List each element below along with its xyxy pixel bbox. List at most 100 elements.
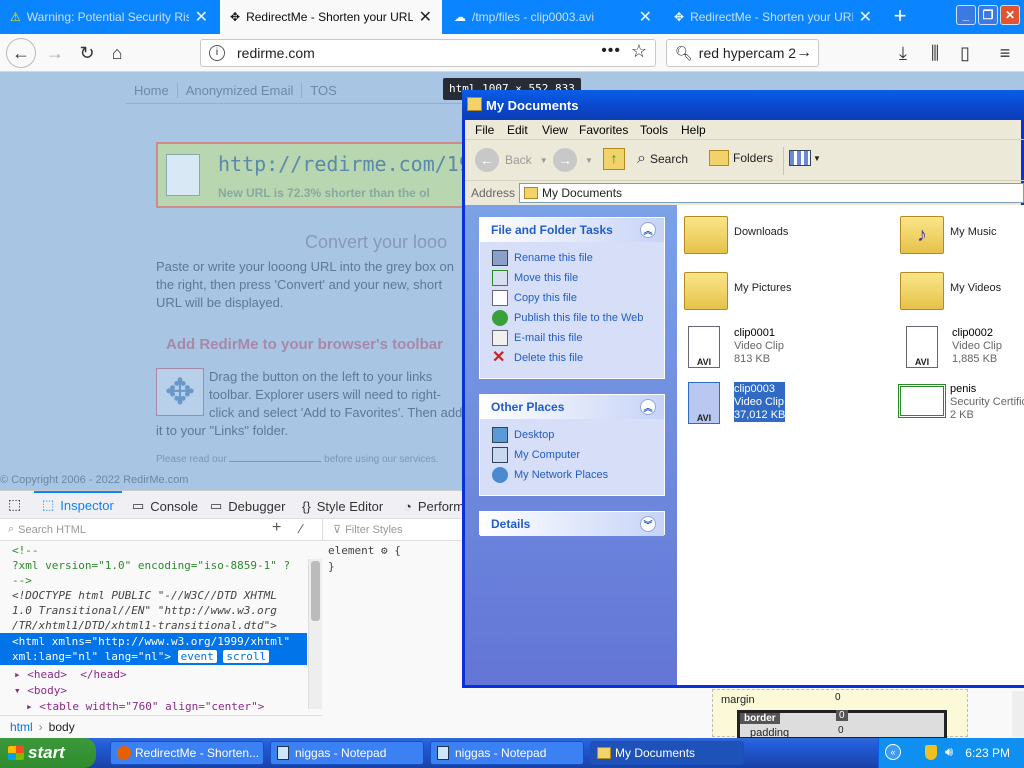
minimize-button[interactable]: _ — [956, 5, 976, 25]
code-line[interactable]: /TR/xhtml1/DTD/xhtml1-transitional.dtd"> — [12, 618, 277, 633]
file-certificate[interactable]: penis Security Certific 2 KB — [898, 382, 1024, 422]
speaker-icon[interactable]: 🔊︎ — [945, 744, 953, 760]
code-line[interactable]: 1.0 Transitional//EN" "http://www.w3.org — [12, 603, 277, 618]
short-url-text[interactable]: http://redirme.com/19p4 — [218, 152, 495, 176]
tos-link[interactable] — [229, 461, 322, 462]
restore-button[interactable]: ❐ — [978, 5, 998, 25]
expand-chevron-icon[interactable]: ︾ — [640, 516, 656, 532]
add-node-icon[interactable]: + — [272, 519, 281, 537]
forward-button[interactable]: → — [42, 40, 68, 66]
back-button[interactable]: ← — [6, 38, 36, 68]
table-node[interactable]: ▸ <table width="760" align="center"> — [26, 699, 264, 714]
folder-downloads[interactable]: Downloads — [684, 212, 788, 254]
eyedropper-icon[interactable]: ⁄ — [300, 521, 302, 536]
place-desktop[interactable]: Desktop — [480, 425, 664, 445]
nav-tos[interactable]: TOS — [302, 83, 345, 98]
shield-icon[interactable] — [925, 745, 937, 760]
hamburger-menu-icon[interactable]: ≡ — [992, 40, 1018, 66]
downloads-icon[interactable]: ⤓ — [890, 40, 916, 66]
folders-button[interactable]: Folders — [709, 150, 773, 166]
breadcrumb-html[interactable]: html — [10, 720, 33, 734]
task-publish[interactable]: Publish this file to the Web — [480, 308, 664, 328]
close-window-button[interactable]: ✕ — [1000, 5, 1020, 25]
menu-view[interactable]: View — [542, 123, 568, 137]
taskbar-item-my-documents[interactable]: My Documents — [590, 741, 744, 765]
rule-element[interactable]: element ⚙ { — [328, 543, 401, 558]
views-button[interactable]: ▼ — [789, 150, 821, 166]
code-line[interactable]: <!-- — [12, 543, 39, 558]
folder-my-pictures[interactable]: My Pictures — [684, 268, 791, 310]
nav-home[interactable]: Home — [126, 83, 178, 98]
selected-node-html[interactable]: <html xmlns="http://www.w3.org/1999/xhtm… — [0, 633, 307, 665]
reload-button[interactable]: ↻ — [74, 40, 100, 66]
taskbar-item-notepad-2[interactable]: niggas - Notepad — [430, 741, 584, 765]
panel-header[interactable]: Details ︾ — [480, 512, 664, 536]
pick-element-icon[interactable]: ⬚ — [8, 496, 21, 513]
close-tab-icon[interactable]: ✕ — [195, 7, 208, 27]
file-clip0002[interactable]: AVI clip0002 Video Clip 1,885 KB — [906, 326, 1002, 368]
markup-scrollbar[interactable] — [308, 559, 322, 709]
address-input[interactable]: My Documents — [519, 183, 1024, 203]
close-tab-icon[interactable]: ✕ — [859, 7, 872, 27]
tab-redirectme-active[interactable]: ✥ RedirectMe - Shorten your URL to ✕ — [220, 0, 442, 34]
tab-console[interactable]: ▭ Console — [132, 495, 198, 517]
tab-tmp-files[interactable]: ☁ /tmp/files - clip0003.avi ✕ — [444, 0, 662, 34]
dropdown-arrow-icon[interactable]: ▼ — [540, 156, 548, 165]
breadcrumb-body[interactable]: body — [49, 720, 75, 734]
place-my-computer[interactable]: My Computer — [480, 445, 664, 465]
folder-my-music[interactable]: ♪ My Music — [900, 212, 996, 254]
close-tab-icon[interactable]: ✕ — [639, 7, 652, 27]
gear-icon[interactable]: ⚙ — [381, 544, 388, 557]
code-line[interactable]: <!DOCTYPE html PUBLIC "-//W3C//DTD XHTML — [12, 588, 277, 603]
panel-header[interactable]: File and Folder Tasks ︽ — [480, 218, 664, 242]
folder-my-videos[interactable]: My Videos — [900, 268, 1001, 310]
search-go-arrow-icon[interactable]: → — [796, 44, 812, 62]
file-clip0003-selected[interactable]: AVI clip0003 Video Clip 37,012 KB — [688, 382, 786, 424]
collapse-chevron-icon[interactable]: ︽ — [640, 399, 656, 415]
task-rename[interactable]: Rename this file — [480, 248, 664, 268]
place-network[interactable]: My Network Places — [480, 465, 664, 485]
folder-up-icon[interactable]: ↑ — [603, 148, 625, 170]
drag-move-icon[interactable]: ✥ — [156, 368, 204, 416]
tab-debugger[interactable]: ▭ Debugger — [210, 495, 285, 517]
menu-help[interactable]: Help — [681, 123, 706, 137]
tab-style-editor[interactable]: {} Style Editor — [302, 495, 383, 517]
info-icon[interactable]: i — [209, 45, 225, 61]
taskbar-item-redirectme[interactable]: RedirectMe - Shorten... — [110, 741, 264, 765]
head-node[interactable]: ▸ <head> </head> — [14, 667, 127, 682]
menu-edit[interactable]: Edit — [507, 123, 528, 137]
menu-file[interactable]: File — [475, 123, 494, 137]
tab-inspector[interactable]: ⬚ Inspector — [34, 491, 122, 517]
chevron-left-icon[interactable]: « — [885, 744, 901, 760]
task-copy[interactable]: Copy this file — [480, 288, 664, 308]
new-tab-button[interactable]: + — [888, 4, 912, 28]
sidebar-icon[interactable]: ▯ — [952, 40, 978, 66]
nav-anonymized-email[interactable]: Anonymized Email — [178, 83, 303, 98]
search-button[interactable]: ⌕ Search — [637, 150, 688, 168]
search-html-input[interactable]: ⌕ Search HTML + ⁄ — [0, 519, 322, 541]
search-input[interactable]: red hypercam 2 — [699, 45, 796, 61]
explorer-titlebar[interactable]: My Documents — [462, 90, 1024, 120]
panel-header[interactable]: Other Places ︽ — [480, 395, 664, 419]
menu-tools[interactable]: Tools — [640, 123, 668, 137]
filter-styles-input[interactable]: ⊽ Filter Styles — [322, 519, 464, 541]
bookmark-star-icon[interactable]: ☆ — [631, 41, 647, 62]
rules-scrollbar[interactable] — [1012, 691, 1024, 737]
tab-security-warning[interactable]: ⚠ Warning: Potential Security Risk ✕ — [0, 0, 218, 34]
code-line[interactable]: ?xml version="1.0" encoding="iso-8859-1"… — [12, 558, 290, 573]
taskbar-item-notepad-1[interactable]: niggas - Notepad — [270, 741, 424, 765]
dropdown-arrow-icon[interactable]: ▼ — [585, 156, 593, 165]
file-clip0001[interactable]: AVI clip0001 Video Clip 813 KB — [688, 326, 784, 368]
task-move[interactable]: Move this file — [480, 268, 664, 288]
event-badge[interactable]: event — [177, 650, 217, 663]
menu-favorites[interactable]: Favorites — [579, 123, 628, 137]
collapse-chevron-icon[interactable]: ︽ — [640, 222, 656, 238]
body-node[interactable]: ▾ <body> — [14, 683, 67, 698]
task-delete[interactable]: ✕ Delete this file — [480, 348, 664, 368]
code-line[interactable]: --> — [12, 573, 32, 588]
task-email[interactable]: E-mail this file — [480, 328, 664, 348]
tab-performance[interactable]: ◔ Perform — [404, 495, 464, 517]
start-button[interactable]: start — [0, 738, 96, 768]
search-bar[interactable]: 🔍︎ red hypercam 2 → — [666, 39, 819, 67]
back-button[interactable]: ← Back ▼ — [475, 148, 548, 172]
